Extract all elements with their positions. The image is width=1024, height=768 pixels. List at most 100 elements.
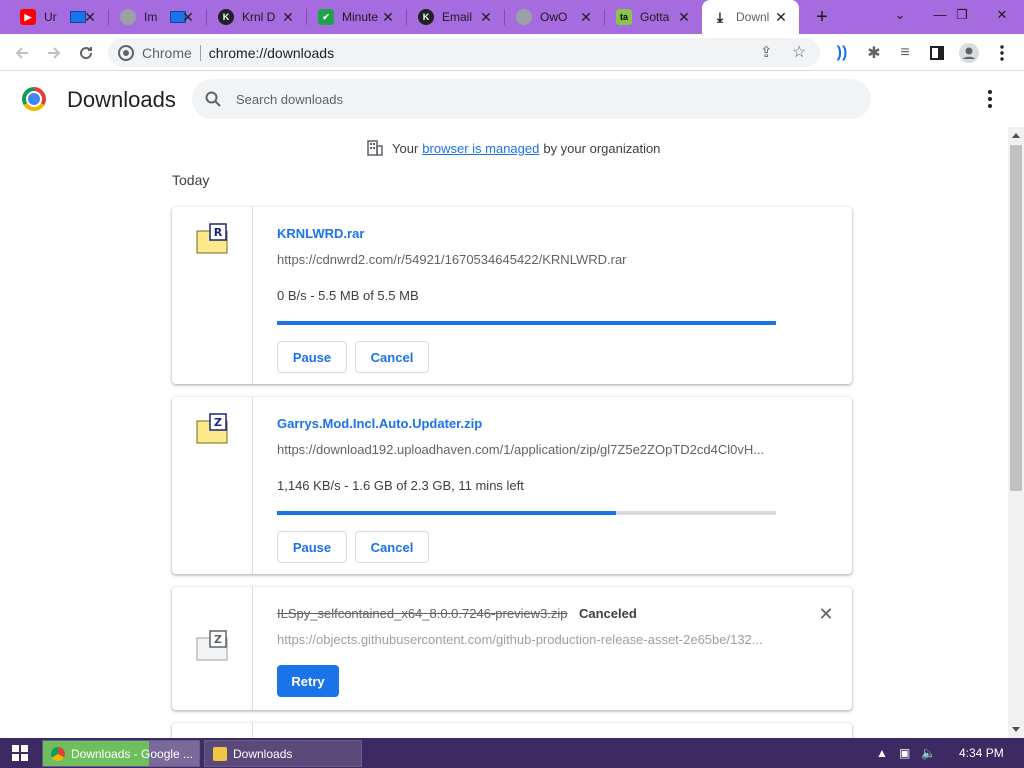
close-icon[interactable]: ✕	[180, 9, 196, 25]
taskbar-item-label: Downloads	[233, 746, 293, 761]
rar-file-icon: R	[196, 223, 228, 254]
taskbar-item-explorer[interactable]: Downloads	[204, 740, 362, 767]
close-icon[interactable]: ✕	[478, 9, 494, 25]
taskbar-item-chrome[interactable]: Downloads - Google ...	[42, 740, 200, 767]
address-bar[interactable]: Chrome chrome://downloads ⇪ ☆	[108, 38, 820, 67]
side-panel-icon[interactable]	[924, 40, 950, 66]
search-icon	[204, 90, 222, 108]
volume-icon[interactable]: 🔈	[921, 746, 936, 760]
tab-youtube[interactable]: ▶ Ur ✕	[10, 0, 108, 34]
cancel-button[interactable]: Cancel	[355, 531, 429, 563]
tab-title: Email	[442, 10, 473, 24]
tab-im[interactable]: Im ✕	[110, 0, 206, 34]
network-icon[interactable]: ▣	[899, 746, 910, 760]
reload-button[interactable]	[73, 40, 99, 66]
share-icon[interactable]: ⇪	[760, 43, 773, 61]
globe-icon	[516, 9, 532, 25]
site-label: Chrome	[142, 44, 192, 61]
chrome-logo-icon	[22, 87, 46, 111]
clock-time[interactable]: 4:34 PM	[959, 746, 1004, 760]
browser-managed-link[interactable]: browser is managed	[422, 141, 539, 156]
building-icon	[367, 140, 383, 156]
bookmark-star-icon[interactable]: ☆	[792, 42, 806, 62]
download-item: R KRNLWRD.rar https://cdnwrd2.com/r/5492…	[172, 207, 852, 384]
download-item: Z Garrys.Mod.Incl.Auto.Updater.zip https…	[172, 397, 852, 574]
file-name-link[interactable]: ILSpy_selfcontained_x64_8.0.0.7246-previ…	[277, 606, 568, 621]
tab-title: Krnl D	[242, 10, 276, 24]
gotta-icon: ta	[616, 9, 632, 25]
tab-owo[interactable]: OwO ✕	[506, 0, 604, 34]
close-icon[interactable]: ✕	[380, 9, 396, 25]
chrome-icon	[51, 746, 65, 761]
chrome-menu-button[interactable]	[989, 40, 1015, 66]
close-icon[interactable]: ✕	[82, 9, 98, 25]
managed-suffix: by your organization	[543, 140, 661, 156]
taskbar-item-label: Downloads - Google ...	[71, 746, 194, 761]
downloads-header: Downloads	[0, 71, 1024, 127]
download-item	[172, 723, 852, 738]
search-input[interactable]	[236, 91, 836, 107]
download-status: 0 B/s - 5.5 MB of 5.5 MB	[277, 288, 419, 303]
new-tab-button[interactable]: +	[810, 5, 834, 29]
search-box[interactable]	[192, 79, 871, 119]
back-button[interactable]	[9, 40, 35, 66]
download-icon: ⤓	[716, 8, 724, 25]
windows-start-icon[interactable]	[12, 745, 28, 761]
close-icon[interactable]: ✕	[578, 9, 594, 25]
download-status: 1,146 KB/s - 1.6 GB of 2.3 GB, 11 mins l…	[277, 478, 524, 493]
file-url-link[interactable]: https://objects.githubusercontent.com/gi…	[277, 632, 777, 647]
tab-krnl[interactable]: K Krnl D ✕	[208, 0, 306, 34]
file-name-link[interactable]: KRNLWRD.rar	[277, 226, 364, 241]
svg-text:R: R	[214, 226, 223, 239]
tab-title: Ur	[44, 10, 57, 24]
pause-button[interactable]: Pause	[277, 341, 347, 373]
forward-button[interactable]	[41, 40, 67, 66]
extensions-puzzle-icon[interactable]: ✱	[861, 40, 887, 66]
remove-from-list-button[interactable]: ✕	[818, 605, 834, 623]
retry-button[interactable]: Retry	[277, 665, 339, 697]
close-icon[interactable]: ✕	[676, 9, 692, 25]
youtube-icon: ▶	[20, 9, 36, 25]
browser-toolbar: Chrome chrome://downloads ⇪ ☆ )) ✱ ≡	[0, 34, 1024, 71]
tab-search-button[interactable]: ⌄	[878, 0, 922, 34]
window-close-button[interactable]: ✕	[980, 0, 1024, 34]
more-actions-button[interactable]	[980, 89, 1000, 109]
managed-prefix: Your	[392, 140, 419, 156]
tab-title: Downl	[736, 10, 770, 24]
arrow-right-icon	[48, 47, 61, 59]
scrollbar-thumb[interactable]	[1010, 145, 1022, 491]
status-badge: Canceled	[579, 606, 637, 621]
zip-file-icon: Z	[196, 413, 228, 444]
profile-avatar[interactable]	[956, 40, 982, 66]
download-item: Z ILSpy_selfcontained_x64_8.0.0.7246-pre…	[172, 587, 852, 710]
globe-icon	[120, 9, 136, 25]
tab-strip: ▶ Ur ✕ Im ✕ K Krnl D ✕ ✔ Minute ✕ K Emai…	[0, 0, 1024, 34]
scrollbar[interactable]	[1008, 127, 1024, 738]
tab-title: Im	[144, 10, 158, 24]
tab-title: Gotta	[640, 10, 670, 24]
file-url-link[interactable]: https://cdnwrd2.com/r/54921/167053464542…	[277, 252, 777, 267]
close-icon[interactable]: ✕	[773, 9, 789, 25]
file-url-link[interactable]: https://download192.uploadhaven.com/1/ap…	[277, 442, 777, 457]
extension-wifi-icon[interactable]: ))	[829, 40, 855, 66]
tray-expand-icon[interactable]: ▲	[876, 746, 888, 760]
media-control-icon[interactable]: ≡	[892, 40, 918, 66]
tab-minute[interactable]: ✔ Minute ✕	[308, 0, 406, 34]
cancel-button[interactable]: Cancel	[355, 341, 429, 373]
tab-downloads[interactable]: ⤓ Downl ✕	[702, 0, 799, 34]
close-icon[interactable]: ✕	[280, 9, 296, 25]
pause-button[interactable]: Pause	[277, 531, 347, 563]
progress-bar	[277, 511, 776, 515]
tab-email[interactable]: K Email ✕	[408, 0, 504, 34]
taskbar: Downloads - Google ... Downloads ▲ ▣ 🔈 4…	[0, 738, 1024, 768]
tab-title: Minute	[342, 10, 378, 24]
scroll-up-icon[interactable]	[1012, 133, 1020, 138]
url-text[interactable]: chrome://downloads	[209, 45, 334, 61]
tab-title: OwO	[540, 10, 568, 24]
restore-button[interactable]: ❐	[940, 0, 984, 34]
file-name-link[interactable]: Garrys.Mod.Incl.Auto.Updater.zip	[277, 416, 482, 431]
scroll-down-icon[interactable]	[1012, 727, 1020, 732]
managed-notice: Your browser is managed by your organiza…	[366, 139, 660, 157]
tab-gotta[interactable]: ta Gotta ✕	[606, 0, 702, 34]
chrome-site-icon	[118, 45, 134, 61]
